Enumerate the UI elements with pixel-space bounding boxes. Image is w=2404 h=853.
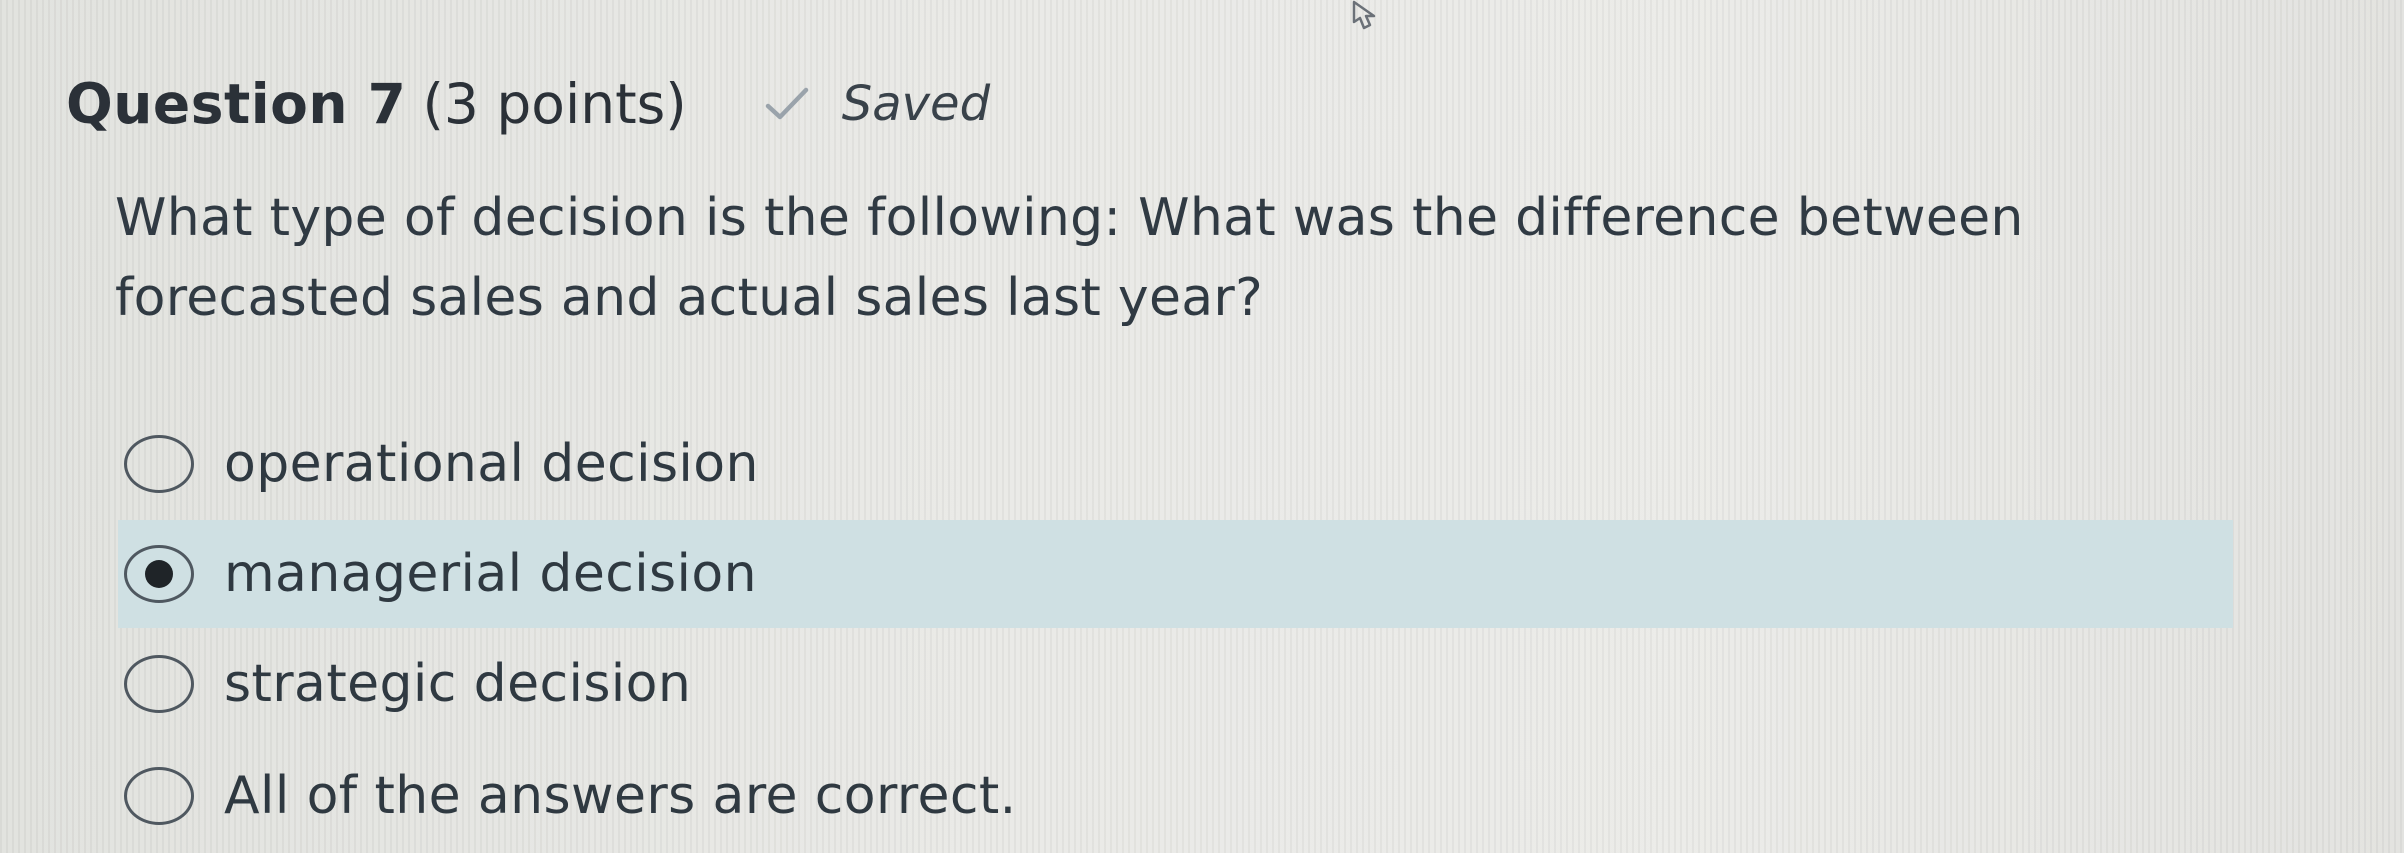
answer-options: operational decision managerial decision… bbox=[118, 408, 2233, 852]
question-points: (3 points) bbox=[422, 72, 687, 136]
option-all-correct[interactable]: All of the answers are correct. bbox=[118, 740, 2233, 852]
question-text: What type of decision is the following: … bbox=[115, 188, 2024, 328]
option-strategic-decision[interactable]: strategic decision bbox=[118, 628, 2233, 740]
saved-status: Saved bbox=[762, 68, 990, 140]
radio-button[interactable] bbox=[124, 655, 194, 713]
radio-button-selected[interactable] bbox=[124, 545, 194, 603]
question-header: Question 7 (3 points) Saved bbox=[66, 68, 990, 140]
check-icon bbox=[765, 87, 809, 120]
option-label: managerial decision bbox=[224, 544, 757, 604]
option-label: All of the answers are correct. bbox=[224, 766, 1017, 826]
option-operational-decision[interactable]: operational decision bbox=[118, 408, 2233, 520]
hand-cursor-icon bbox=[1352, 0, 1376, 30]
option-label: strategic decision bbox=[224, 654, 692, 714]
saved-label: Saved bbox=[841, 76, 991, 132]
question-title: Question 7 bbox=[66, 72, 407, 136]
radio-button[interactable] bbox=[124, 435, 194, 493]
option-label: operational decision bbox=[224, 434, 759, 494]
radio-button[interactable] bbox=[124, 767, 194, 825]
option-managerial-decision[interactable]: managerial decision bbox=[118, 520, 2233, 628]
radio-dot bbox=[145, 560, 173, 588]
